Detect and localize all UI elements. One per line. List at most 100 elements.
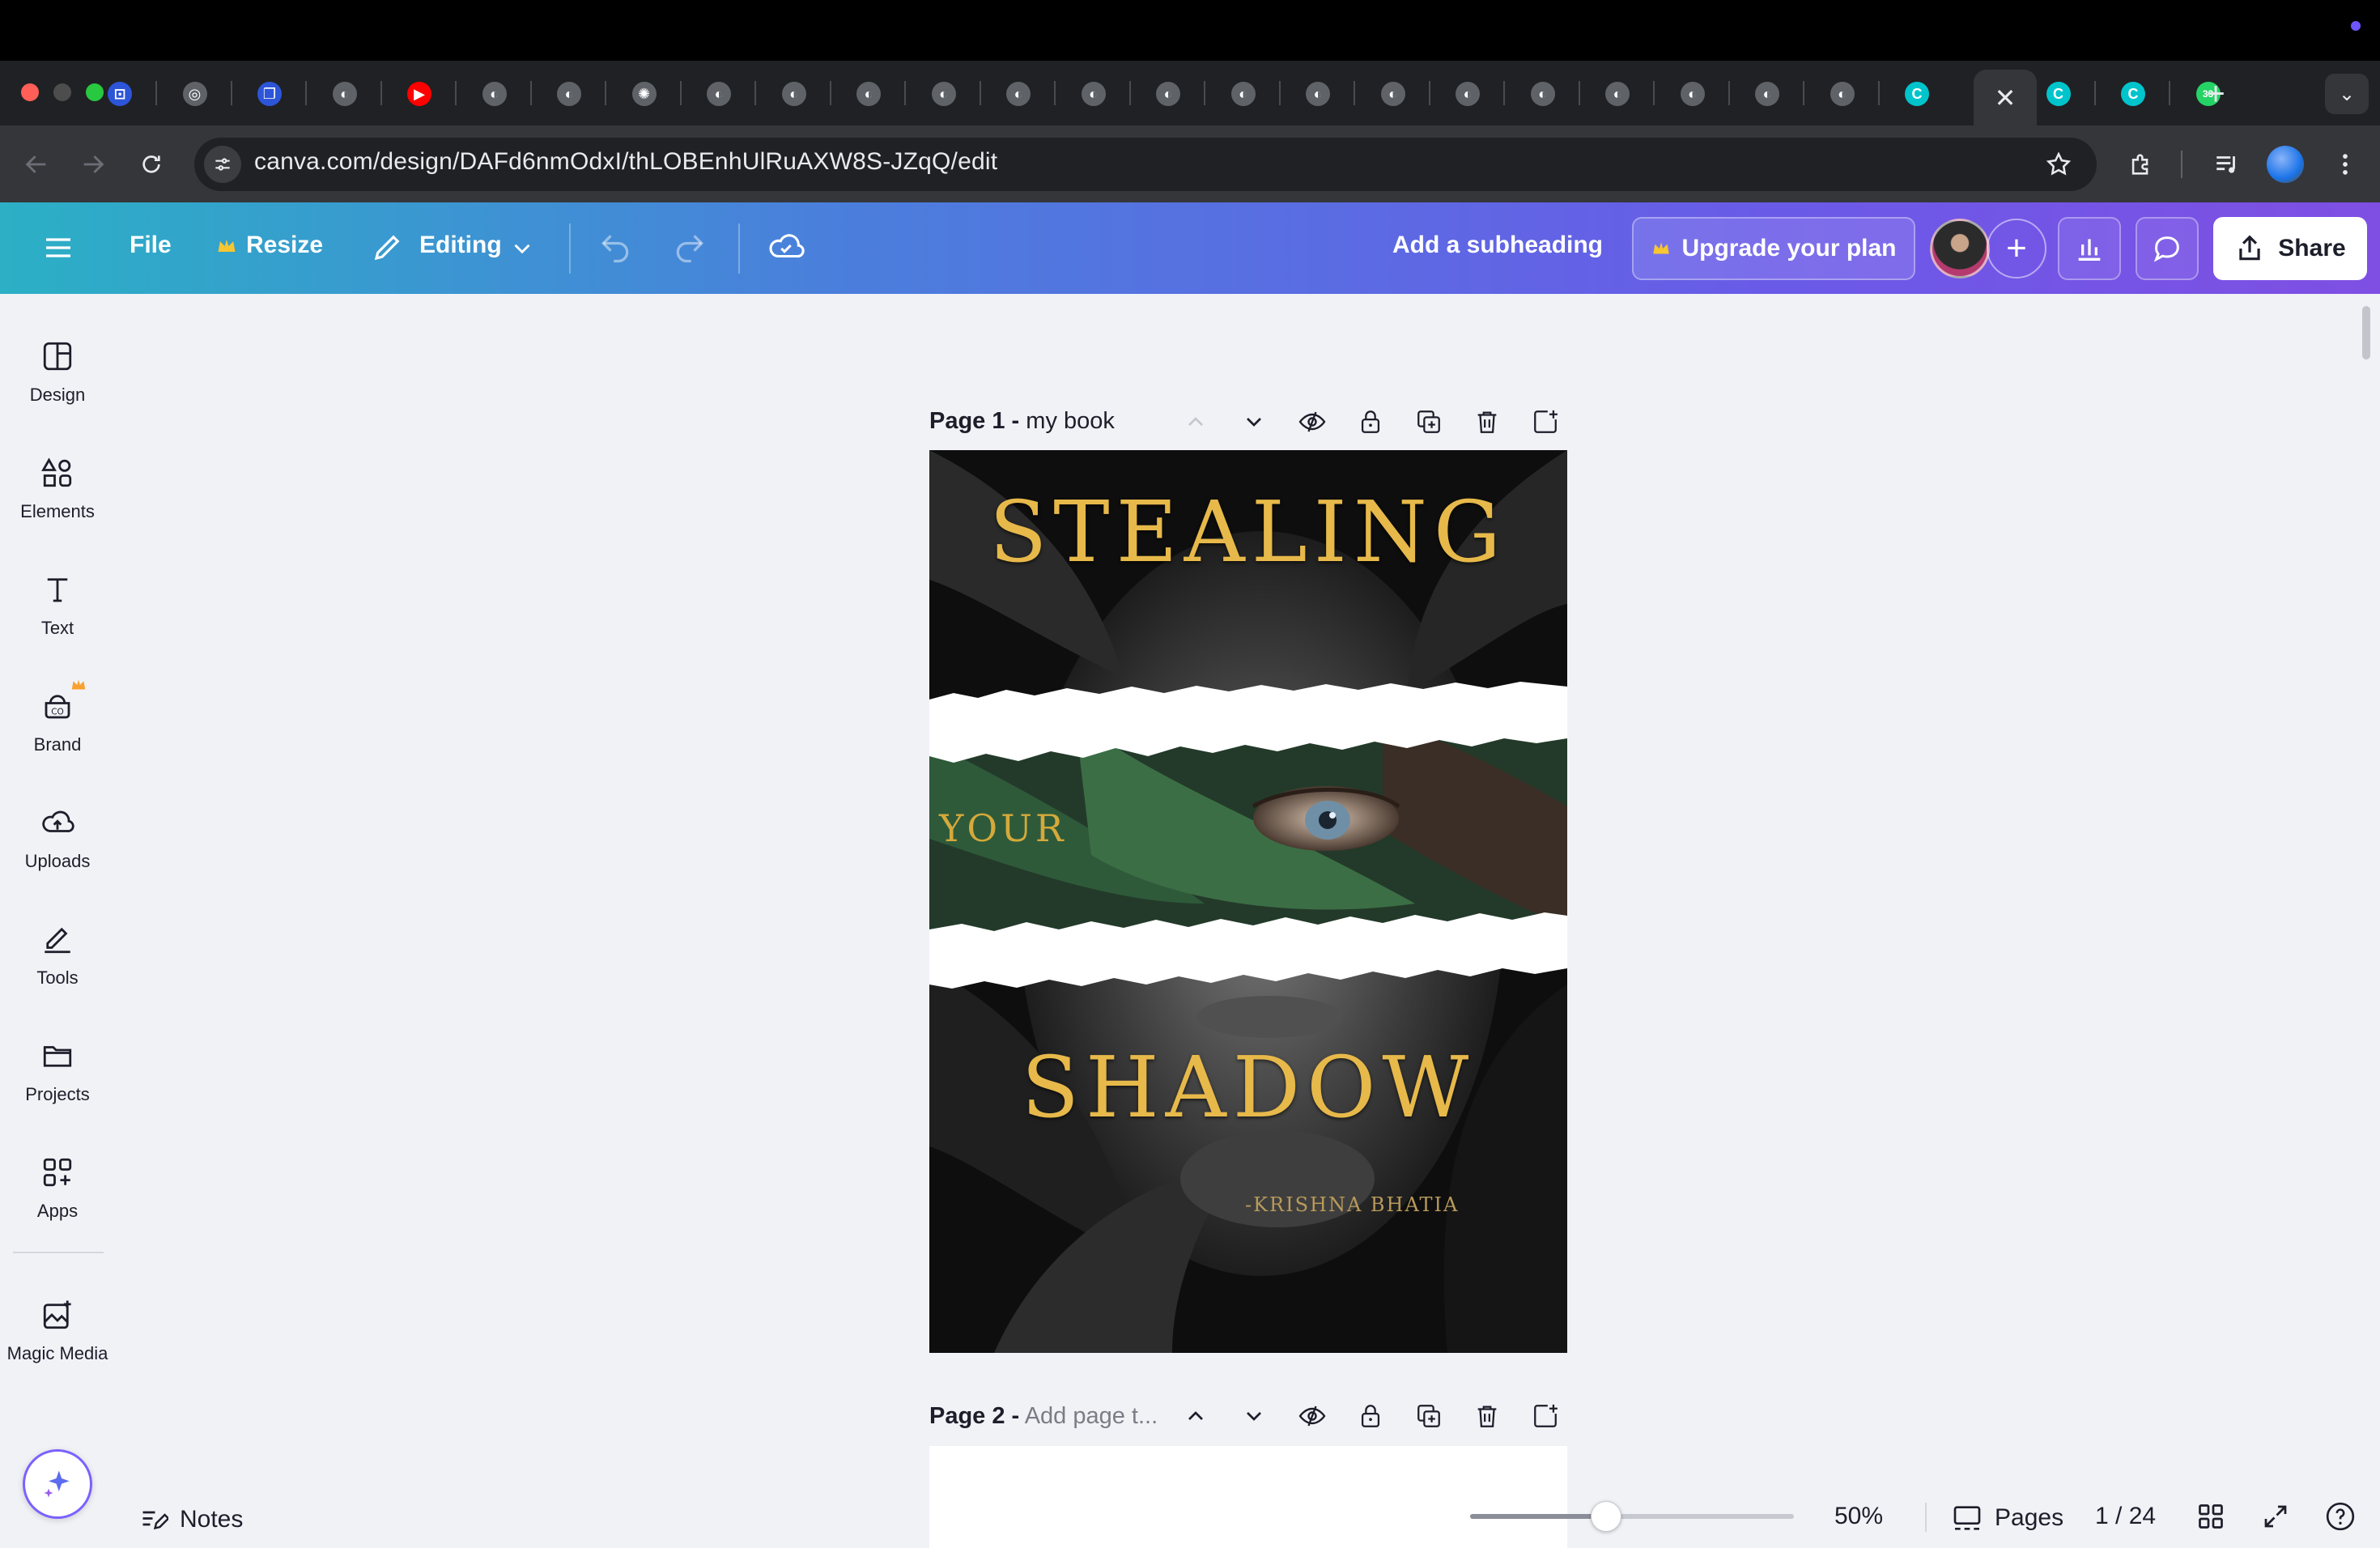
zoom-slider[interactable] xyxy=(1470,1514,1794,1519)
new-tab-button[interactable]: + xyxy=(2195,74,2236,114)
browser-tab[interactable]: ◐ xyxy=(537,74,601,114)
share-button[interactable]: Share xyxy=(2213,217,2367,280)
pages-button[interactable]: Pages xyxy=(1951,1498,2063,1538)
zoom-slider-handle[interactable] xyxy=(1591,1501,1621,1532)
insights-button[interactable] xyxy=(2058,217,2121,280)
cover-title-bottom[interactable]: Shadow xyxy=(929,1038,1567,1137)
help-button[interactable] xyxy=(2320,1496,2361,1537)
sidebar-item-brand[interactable]: CO Brand xyxy=(0,676,115,781)
blank-page[interactable] xyxy=(929,1446,1567,1548)
browser-tab[interactable]: ◐ xyxy=(836,74,901,114)
book-cover-page[interactable]: Stealing your Shadow -Krishna Bhatia xyxy=(929,450,1567,1353)
vertical-scrollbar[interactable] xyxy=(2362,306,2370,359)
delete-page-button[interactable] xyxy=(1467,1396,1507,1436)
page-name[interactable]: my book xyxy=(1026,408,1115,434)
bookmark-star-button[interactable] xyxy=(2037,142,2080,186)
lock-page-button[interactable] xyxy=(1350,402,1391,442)
profile-avatar[interactable] xyxy=(2267,146,2304,183)
browser-tab[interactable]: ◐ xyxy=(1435,74,1500,114)
undo-button[interactable] xyxy=(597,230,633,270)
page-title-placeholder[interactable]: Add page t... xyxy=(1025,1403,1158,1429)
fullscreen-button[interactable] xyxy=(2255,1496,2296,1537)
zoom-level[interactable]: 50% xyxy=(1834,1503,1883,1530)
sidebar-item-projects[interactable]: Projects xyxy=(0,1026,115,1131)
browser-tab[interactable]: ◐ xyxy=(1136,74,1201,114)
sidebar-item-apps[interactable]: Apps xyxy=(0,1142,115,1248)
browser-tab[interactable]: ◎ xyxy=(163,74,227,114)
cover-title-top[interactable]: Stealing xyxy=(929,483,1567,581)
browser-tab[interactable]: ◐ xyxy=(1211,74,1276,114)
tab-close-icon[interactable]: ✕ xyxy=(1995,83,2017,113)
add-collaborator-button[interactable]: + xyxy=(1987,219,2046,279)
reload-button[interactable] xyxy=(131,144,172,185)
browser-tab[interactable]: ⊡ xyxy=(87,74,152,114)
notes-button[interactable]: Notes xyxy=(139,1499,243,1540)
extensions-button[interactable] xyxy=(2119,142,2163,186)
save-status-button[interactable] xyxy=(767,228,805,270)
active-tab[interactable]: ✕ xyxy=(1974,70,2037,126)
add-page-button[interactable] xyxy=(1525,1396,1566,1436)
sidebar-item-uploads[interactable]: Uploads xyxy=(0,793,115,898)
sidebar-item-text[interactable]: Text xyxy=(0,559,115,665)
browser-tab[interactable]: ◐ xyxy=(462,74,527,114)
main-menu-button[interactable] xyxy=(42,232,74,268)
media-control-button[interactable] xyxy=(2205,142,2249,186)
browser-tab[interactable]: ◐ xyxy=(312,74,377,114)
browser-tab[interactable]: ◐ xyxy=(762,74,827,114)
move-page-up-button[interactable] xyxy=(1175,1396,1216,1436)
sidebar-item-tools[interactable]: Tools xyxy=(0,909,115,1014)
browser-tab[interactable]: ◐ xyxy=(1585,74,1650,114)
browser-tab[interactable]: C xyxy=(1885,74,1949,114)
browser-tab[interactable]: ◐ xyxy=(1735,74,1800,114)
grid-view-button[interactable] xyxy=(2191,1496,2231,1537)
move-page-down-button[interactable] xyxy=(1234,402,1274,442)
chevron-down-icon[interactable] xyxy=(508,235,536,266)
minimize-window-button[interactable] xyxy=(53,83,71,101)
browser-tab[interactable]: ◐ xyxy=(1061,74,1126,114)
lock-page-button[interactable] xyxy=(1350,1396,1391,1436)
magic-assistant-button[interactable] xyxy=(23,1449,92,1519)
sidebar-item-magic-media[interactable]: Magic Media xyxy=(0,1285,115,1390)
url-text[interactable]: canva.com/design/DAFd6nmOdxI/thLOBEnhUlR… xyxy=(254,148,997,176)
page-indicator[interactable]: 1 / 24 xyxy=(2095,1503,2156,1530)
site-info-button[interactable] xyxy=(204,146,241,183)
browser-tab[interactable]: ◐ xyxy=(1361,74,1426,114)
cover-title-middle[interactable]: your xyxy=(939,806,1066,850)
browser-tab[interactable]: ◐ xyxy=(1511,74,1575,114)
hide-page-button[interactable] xyxy=(1292,1396,1332,1436)
forward-button[interactable] xyxy=(73,144,113,185)
move-page-down-button[interactable] xyxy=(1234,1396,1274,1436)
cover-author[interactable]: -Krishna Bhatia xyxy=(1245,1193,1459,1216)
add-page-button[interactable] xyxy=(1525,402,1566,442)
browser-tab[interactable]: ◐ xyxy=(912,74,976,114)
comments-button[interactable] xyxy=(2136,217,2199,280)
tab-search-button[interactable]: ⌄ xyxy=(2325,74,2369,114)
design-subheading[interactable]: Add a subheading xyxy=(1392,232,1603,259)
browser-tab[interactable]: ◐ xyxy=(686,74,751,114)
move-page-up-button[interactable] xyxy=(1175,402,1216,442)
browser-tab[interactable]: ▶ xyxy=(387,74,452,114)
page-title[interactable]: Page 2 - Add page t... xyxy=(929,1403,1158,1430)
page-title[interactable]: Page 1 - my book xyxy=(929,408,1115,435)
resize-button[interactable]: Resize xyxy=(246,232,323,259)
browser-tab[interactable]: ◐ xyxy=(986,74,1051,114)
duplicate-page-button[interactable] xyxy=(1409,402,1449,442)
duplicate-page-button[interactable] xyxy=(1409,1396,1449,1436)
upgrade-plan-button[interactable]: Upgrade your plan xyxy=(1632,217,1915,280)
hide-page-button[interactable] xyxy=(1292,402,1332,442)
delete-page-button[interactable] xyxy=(1467,402,1507,442)
sidebar-item-design[interactable]: Design xyxy=(0,326,115,432)
sidebar-item-elements[interactable]: Elements xyxy=(0,443,115,548)
editing-mode-dropdown[interactable]: Editing xyxy=(419,232,502,259)
browser-tab[interactable]: ◐ xyxy=(1660,74,1725,114)
browser-tab[interactable]: ◐ xyxy=(1286,74,1350,114)
browser-tab[interactable]: ✺ xyxy=(612,74,677,114)
browser-menu-button[interactable] xyxy=(2323,142,2367,186)
redo-button[interactable] xyxy=(672,230,708,270)
browser-tab[interactable]: ◐ xyxy=(1810,74,1875,114)
close-window-button[interactable] xyxy=(21,83,39,101)
browser-tab[interactable]: ❐ xyxy=(237,74,302,114)
user-avatar[interactable] xyxy=(1930,219,1990,279)
file-menu-button[interactable]: File xyxy=(130,232,172,259)
browser-tab[interactable]: C xyxy=(2101,74,2165,114)
